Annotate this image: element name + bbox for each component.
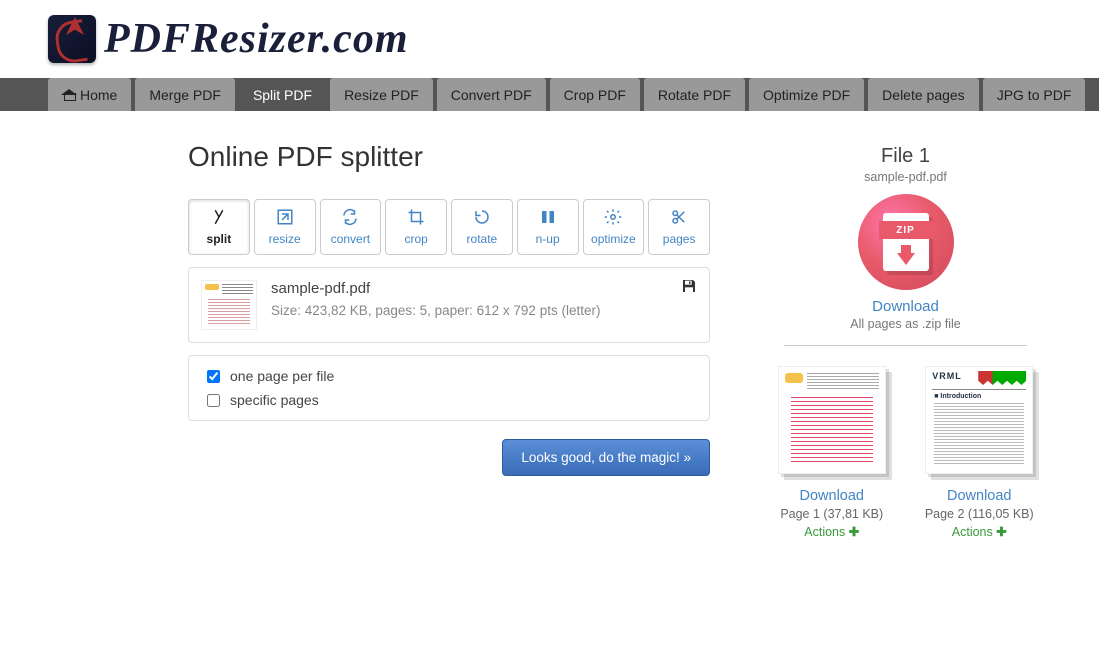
file-card: sample-pdf.pdf Size: 423,82 KB, pages: 5… bbox=[188, 267, 710, 343]
tab-pages[interactable]: pages bbox=[648, 199, 710, 255]
download-zip-link[interactable]: Download bbox=[760, 298, 1051, 315]
split-icon bbox=[210, 208, 228, 226]
file-thumbnail bbox=[201, 280, 257, 330]
nav-home-label: Home bbox=[80, 87, 117, 103]
resize-icon bbox=[276, 208, 294, 226]
tab-resize[interactable]: resize bbox=[254, 199, 316, 255]
file-meta: Size: 423,82 KB, pages: 5, paper: 612 x … bbox=[271, 303, 697, 318]
results-panel: File 1 sample-pdf.pdf ZIP Download All p… bbox=[760, 141, 1051, 539]
tool-tabs: split resize convert bbox=[188, 199, 710, 255]
tab-split[interactable]: split bbox=[188, 199, 250, 255]
file-name: sample-pdf.pdf bbox=[271, 280, 697, 297]
crop-icon bbox=[407, 208, 425, 226]
save-icon[interactable] bbox=[681, 278, 697, 294]
brand-text: PDFResizer.com bbox=[104, 15, 409, 63]
page-1-actions[interactable]: Actions ✚ bbox=[770, 524, 894, 539]
nav-home[interactable]: Home bbox=[48, 78, 131, 111]
logo[interactable]: PDFResizer.com bbox=[48, 15, 409, 63]
tab-rotate[interactable]: rotate bbox=[451, 199, 513, 255]
convert-icon bbox=[341, 208, 359, 226]
header: PDFResizer.com bbox=[0, 0, 1099, 78]
nup-icon bbox=[539, 208, 557, 226]
download-zip-sub: All pages as .zip file bbox=[760, 317, 1051, 331]
nav-resize-pdf[interactable]: Resize PDF bbox=[330, 78, 433, 111]
split-options: one page per file specific pages bbox=[188, 355, 710, 421]
logo-icon bbox=[48, 15, 96, 63]
plus-icon: ✚ bbox=[849, 525, 859, 539]
checkbox-specific-pages[interactable] bbox=[207, 394, 220, 407]
nav-merge-pdf[interactable]: Merge PDF bbox=[135, 78, 235, 111]
page-card-2: VRML ■ Introduction Download Page 2 (116… bbox=[918, 366, 1042, 539]
result-heading: File 1 bbox=[760, 145, 1051, 168]
page-2-download[interactable]: Download bbox=[918, 488, 1042, 504]
nav-crop-pdf[interactable]: Crop PDF bbox=[550, 78, 640, 111]
nav-convert-pdf[interactable]: Convert PDF bbox=[437, 78, 546, 111]
main-nav: Home Merge PDF Split PDF Resize PDF Conv… bbox=[0, 78, 1099, 111]
rotate-icon bbox=[473, 208, 491, 226]
nav-optimize-pdf[interactable]: Optimize PDF bbox=[749, 78, 864, 111]
nav-jpg-to-pdf[interactable]: JPG to PDF bbox=[983, 78, 1086, 111]
page-1-meta: Page 1 (37,81 KB) bbox=[770, 507, 894, 521]
page-1-thumbnail[interactable] bbox=[778, 366, 886, 474]
option-specific-pages[interactable]: specific pages bbox=[207, 392, 691, 408]
tab-optimize[interactable]: optimize bbox=[583, 199, 645, 255]
result-filename: sample-pdf.pdf bbox=[760, 170, 1051, 184]
tab-nup[interactable]: n-up bbox=[517, 199, 579, 255]
plus-icon: ✚ bbox=[996, 525, 1006, 539]
option-one-per-file[interactable]: one page per file bbox=[207, 368, 691, 384]
page-2-thumbnail[interactable]: VRML ■ Introduction bbox=[925, 366, 1033, 474]
optimize-icon bbox=[604, 208, 622, 226]
pages-icon bbox=[670, 208, 688, 226]
nav-rotate-pdf[interactable]: Rotate PDF bbox=[644, 78, 745, 111]
divider bbox=[784, 345, 1027, 346]
page-card-1: Download Page 1 (37,81 KB) Actions ✚ bbox=[770, 366, 894, 539]
home-icon bbox=[62, 89, 76, 101]
nav-delete-pages[interactable]: Delete pages bbox=[868, 78, 979, 111]
page-1-download[interactable]: Download bbox=[770, 488, 894, 504]
do-magic-button[interactable]: Looks good, do the magic! » bbox=[502, 439, 710, 476]
nav-split-pdf[interactable]: Split PDF bbox=[239, 78, 326, 111]
checkbox-one-per-file[interactable] bbox=[207, 370, 220, 383]
page-title: Online PDF splitter bbox=[188, 141, 710, 173]
zip-icon: ZIP bbox=[858, 194, 954, 290]
tab-crop[interactable]: crop bbox=[385, 199, 447, 255]
tab-convert[interactable]: convert bbox=[320, 199, 382, 255]
page-2-meta: Page 2 (116,05 KB) bbox=[918, 507, 1042, 521]
page-2-actions[interactable]: Actions ✚ bbox=[918, 524, 1042, 539]
